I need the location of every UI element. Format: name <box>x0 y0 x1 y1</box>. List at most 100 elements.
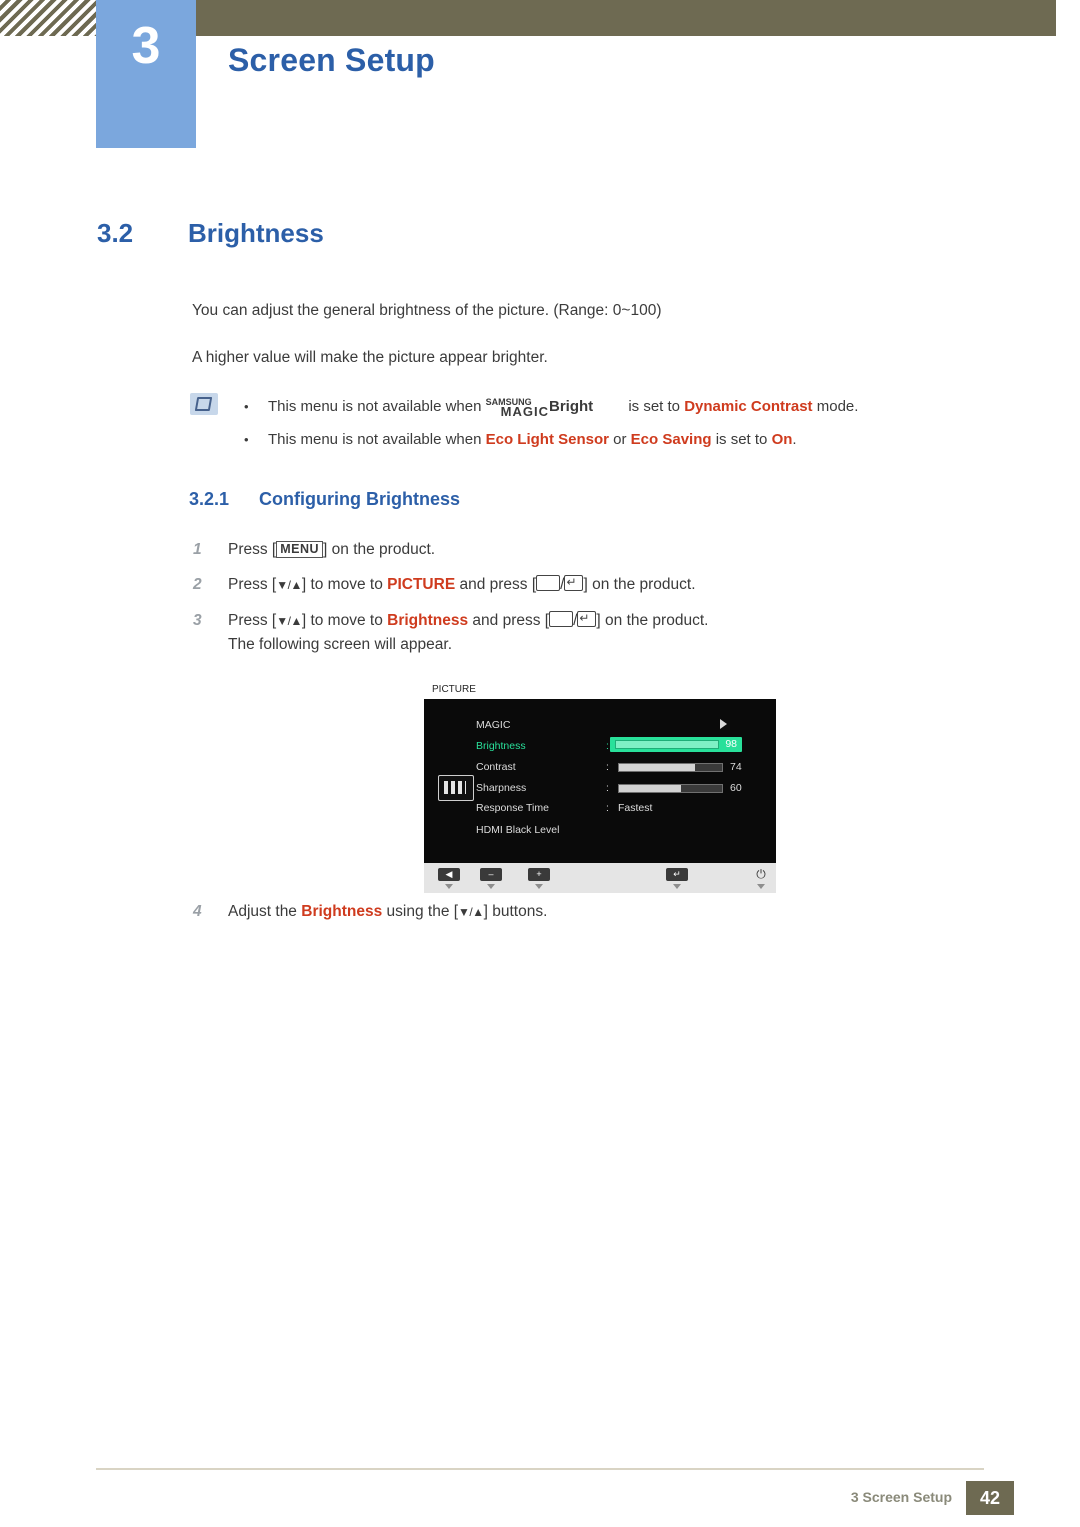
subsection-number: 3.2.1 <box>189 489 230 509</box>
step-2: 2 Press [▼/▲] to move to PICTURE and pres… <box>193 573 1013 597</box>
step-2-text-a: Press [ <box>228 576 277 593</box>
body-paragraph-2: A higher value will make the picture app… <box>192 349 548 366</box>
section-number: 3.2 <box>97 218 134 248</box>
step-4-text-c: ] buttons. <box>483 903 548 920</box>
note2-suffix: . <box>792 431 797 448</box>
step-2-text-c: and press [ <box>455 576 537 593</box>
step-3-text-a: Press [ <box>228 612 277 629</box>
back-button[interactable]: ◀ <box>438 868 460 881</box>
osd-sharpness-colon: : <box>606 782 609 794</box>
step-4: 4 Adjust the Brightness using the [▼/▲] b… <box>193 900 1048 924</box>
osd-footer-bar: ◀ – + ↵ ⏻ <box>424 863 776 893</box>
step-4-text-b: using the [ <box>382 903 459 920</box>
step-4-brightness-label: Brightness <box>301 903 383 920</box>
osd-brightness-colon: : <box>606 740 609 752</box>
osd-row-contrast-label[interactable]: Contrast <box>476 761 516 773</box>
osd-row-hdmi-black-level-label[interactable]: HDMI Black Level <box>476 824 559 836</box>
body-paragraph-1: You can adjust the general brightness of… <box>192 302 662 319</box>
osd-sharpness-bar[interactable] <box>618 784 723 793</box>
step-2-number: 2 <box>193 576 202 593</box>
power-button[interactable]: ⏻ <box>754 868 768 881</box>
note-icon <box>190 393 218 415</box>
note1-prefix: This menu is not available when <box>268 398 486 415</box>
osd-contrast-colon: : <box>606 761 609 773</box>
magic-bright-text: Bright <box>548 398 594 415</box>
header-band-right-gap <box>1056 0 1080 36</box>
step-1-text-b: ] on the product. <box>323 541 436 558</box>
plus-button[interactable]: + <box>528 868 550 881</box>
osd-row-response-time-label[interactable]: Response Time <box>476 802 549 814</box>
picture-menu-icon <box>438 775 474 801</box>
step-3: 3 Press [▼/▲] to move to Brightness and p… <box>193 609 1013 656</box>
step-2-text-b: ] to move to <box>301 576 388 593</box>
step-1-text-a: Press [ <box>228 541 277 558</box>
step-1-number: 1 <box>193 541 202 558</box>
step-2-picture-label: PICTURE <box>387 576 456 593</box>
step-3-number: 3 <box>193 612 202 629</box>
chapter-number-badge: 3 <box>96 0 196 148</box>
source-button-icon <box>549 611 574 627</box>
minus-button[interactable]: – <box>480 868 502 881</box>
osd-contrast-value: 74 <box>730 761 742 773</box>
osd-brightness-value: 98 <box>725 738 737 750</box>
chevron-right-icon <box>720 719 727 729</box>
magic-magic-text: MAGIC <box>500 404 549 419</box>
source-button-icon <box>536 575 561 591</box>
enter-icon: ↵ <box>673 869 681 879</box>
osd-screenshot: PICTURE MAGIC 98 Brightness : Contrast :… <box>424 681 776 893</box>
header-hatch-pattern <box>0 0 96 36</box>
note1-middle: is set to <box>624 398 685 415</box>
note2-highlight: On <box>771 431 793 448</box>
osd-row-brightness-label[interactable]: Brightness <box>476 740 526 752</box>
osd-sharpness-value: 60 <box>730 782 742 794</box>
step-4-number: 4 <box>193 903 202 920</box>
down-up-arrow-icon: ▼/▲ <box>458 905 484 919</box>
step-2-text-d: ] on the product. <box>583 576 696 593</box>
osd-title: PICTURE <box>424 681 776 699</box>
note2-term2: Eco Saving <box>630 431 712 448</box>
note1-suffix: mode. <box>812 398 859 415</box>
chapter-title: Screen Setup <box>228 42 435 78</box>
note1-highlight: Dynamic Contrast <box>684 398 813 415</box>
note2-term1: Eco Light Sensor <box>485 431 609 448</box>
note2-middle: is set to <box>711 431 772 448</box>
down-up-arrow-icon: ▼/▲ <box>276 578 302 592</box>
note-item: This menu is not available when Eco Ligh… <box>236 424 996 455</box>
osd-contrast-bar[interactable] <box>618 763 723 772</box>
osd-response-time-colon: : <box>606 802 609 814</box>
samsung-magic-bright-logo: SAMSUNGMAGICBright <box>486 391 625 424</box>
subsection-title: Configuring Brightness <box>259 489 460 509</box>
power-icon: ⏻ <box>756 867 766 881</box>
plus-icon: + <box>536 869 542 879</box>
menu-key: MENU <box>276 541 324 558</box>
osd-row-brightness-highlight[interactable]: 98 <box>610 737 742 752</box>
step-4-text-a: Adjust the <box>228 903 302 920</box>
step-3-text-c: and press [ <box>468 612 550 629</box>
back-icon: ◀ <box>445 869 453 879</box>
osd-sharpness-bar-fill <box>619 785 681 792</box>
note-list: This menu is not available when SAMSUNGM… <box>236 391 996 455</box>
enter-button-icon <box>577 611 597 627</box>
steps-list: 1 Press [MENU] on the product. 2 Press [▼/… <box>193 538 1013 668</box>
minus-icon: – <box>488 869 494 879</box>
footer-page-number: 42 <box>966 1481 1014 1515</box>
osd-response-time-value: Fastest <box>618 802 653 814</box>
osd-row-magic-label: MAGIC <box>476 719 511 731</box>
picture-icon-bars <box>444 781 466 794</box>
osd-contrast-bar-fill <box>619 764 696 771</box>
step-1: 1 Press [MENU] on the product. <box>193 538 1013 561</box>
note2-conj: or <box>608 431 631 448</box>
enter-button-icon <box>564 575 584 591</box>
step-3-brightness-label: Brightness <box>387 612 469 629</box>
page-title: Brightness <box>188 218 324 248</box>
note2-prefix: This menu is not available when <box>268 431 486 448</box>
enter-button[interactable]: ↵ <box>666 868 688 881</box>
osd-row-sharpness-label[interactable]: Sharpness <box>476 782 526 794</box>
step-3-text-d: ] on the product. <box>596 612 709 629</box>
note-item: This menu is not available when SAMSUNGM… <box>236 391 996 424</box>
step-3-text-b: ] to move to <box>301 612 388 629</box>
down-up-arrow-icon: ▼/▲ <box>276 614 302 628</box>
step-3-line2: The following screen will appear. <box>228 636 453 653</box>
footer-chapter-label: 3 Screen Setup <box>850 1489 952 1505</box>
footer-divider <box>96 1468 984 1470</box>
